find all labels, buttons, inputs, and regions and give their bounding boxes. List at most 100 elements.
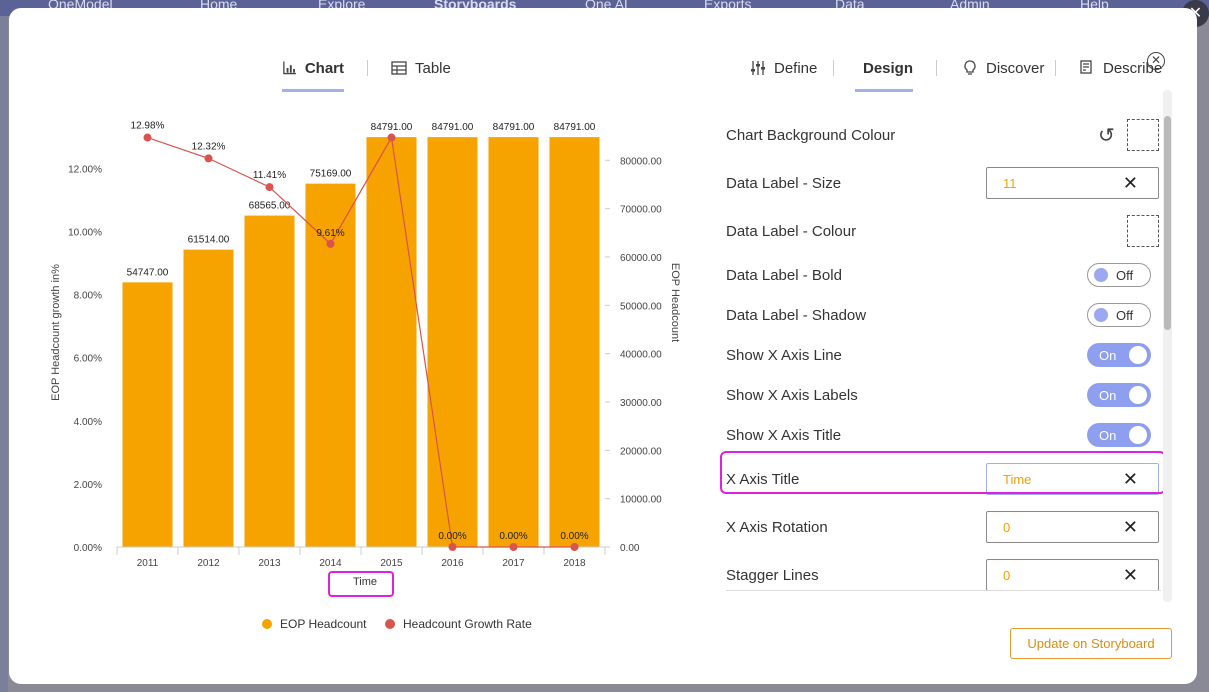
y-tick-label-left: 0.00% — [74, 543, 102, 554]
growth-rate-point — [143, 133, 152, 142]
legend-dot-icon — [385, 619, 395, 629]
bar — [427, 137, 478, 547]
field-value: 0 — [1003, 519, 1011, 535]
tab-chart[interactable]: Chart — [282, 50, 344, 92]
chart-svg: 0.00% 2.00% 4.00% 6.00% 8.00% 10.00% 12.00% 0.0… — [50, 121, 681, 588]
tab-discover[interactable]: Discover — [962, 50, 1044, 86]
y-tick-label-right: 50000.00 — [620, 301, 662, 312]
x-axis-title-row-highlight — [720, 451, 1166, 494]
growth-rate-point — [570, 543, 579, 551]
reset-icon[interactable]: ↺ — [1098, 123, 1115, 148]
growth-rate-point — [448, 543, 457, 551]
legend-item-eop-headcount[interactable]: EOP Headcount — [262, 617, 367, 631]
x-tick-label: 2018 — [563, 558, 586, 569]
background-sidebar — [0, 16, 8, 692]
clear-icon[interactable]: ✕ — [1123, 565, 1138, 586]
colour-picker[interactable] — [1127, 119, 1159, 151]
legend-dot-icon — [262, 619, 272, 629]
row-label: Data Label - Bold — [726, 266, 842, 284]
y-tick-label-left: 4.00% — [74, 417, 102, 428]
clear-icon[interactable]: ✕ — [1123, 517, 1138, 538]
y-tick-label-right: 80000.00 — [620, 156, 662, 167]
y-tick-label-right: 40000.00 — [620, 350, 662, 361]
y-tick-label-right: 10000.00 — [620, 495, 662, 506]
stagger-lines-input[interactable]: 0 ✕ — [986, 559, 1159, 591]
colour-picker[interactable] — [1127, 215, 1159, 247]
toggle-state: On — [1099, 387, 1117, 403]
line-data-label: 11.41% — [253, 170, 286, 181]
sliders-icon — [751, 61, 765, 75]
bar-data-label: 75169.00 — [310, 169, 352, 180]
line-data-label: 0.00% — [499, 531, 527, 542]
line-data-label: 9.61% — [316, 228, 344, 239]
design-panel-scrollbar[interactable] — [1163, 90, 1172, 602]
row-label: X Axis Rotation — [726, 518, 828, 536]
x-axis-rotation-input[interactable]: 0 ✕ — [986, 511, 1159, 543]
row-label: Data Label - Colour — [726, 222, 857, 240]
bar-data-label: 84791.00 — [554, 122, 596, 133]
tab-define-label: Define — [774, 59, 818, 77]
toggle-state: On — [1099, 347, 1117, 363]
x-tick-label: 2011 — [137, 558, 159, 569]
y-tick-label-left: 8.00% — [74, 291, 102, 302]
x-tick-label: 2013 — [258, 558, 281, 569]
tab-design[interactable]: Design — [855, 50, 914, 92]
row-x-axis-rotation: X Axis Rotation 0 ✕ — [726, 507, 1166, 547]
growth-rate-point — [204, 154, 213, 163]
y-tick-label-right: 60000.00 — [620, 253, 662, 264]
tab-divider — [833, 60, 834, 76]
x-tick-label: 2014 — [319, 558, 342, 569]
row-data-label-colour: Data Label - Colour — [726, 211, 1166, 251]
describe-icon — [1080, 60, 1092, 74]
tab-table-label: Table — [415, 59, 451, 77]
tab-divider — [367, 60, 368, 76]
row-data-label-shadow: Data Label - Shadow Off — [726, 295, 1166, 335]
show-x-axis-title-toggle[interactable]: On — [1087, 423, 1151, 447]
bar — [244, 215, 295, 547]
y-tick-label-left: 10.00% — [68, 228, 102, 239]
y-tick-label-right: 70000.00 — [620, 205, 662, 216]
bar — [183, 249, 234, 548]
scrollbar-thumb[interactable] — [1164, 116, 1171, 330]
clear-icon[interactable]: ✕ — [1123, 173, 1138, 194]
chart-editor-modal: Chart Table Define Design Discover Descr… — [9, 8, 1197, 684]
y-axis-title-left: EOP Headcount growth in% — [50, 264, 62, 401]
data-label-bold-toggle[interactable]: Off — [1087, 263, 1151, 287]
row-show-x-axis-line: Show X Axis Line On — [726, 335, 1166, 375]
lightbulb-icon — [964, 60, 976, 75]
close-icon[interactable]: ✕ — [1147, 52, 1165, 70]
line-data-label: 0.00% — [438, 531, 466, 542]
growth-rate-point — [509, 543, 518, 551]
tab-define[interactable]: Define — [750, 50, 817, 86]
toggle-state: Off — [1116, 307, 1134, 323]
toggle-state: On — [1099, 427, 1117, 443]
chart-container: 0.00% 2.00% 4.00% 6.00% 8.00% 10.00% 12.00% 0.0… — [9, 88, 709, 648]
update-on-storyboard-button[interactable]: Update on Storyboard — [1010, 628, 1172, 659]
line-data-label: 0.00% — [560, 531, 588, 542]
x-tick-label: 2015 — [380, 558, 403, 569]
y-tick-label-right: 0.00 — [620, 543, 640, 554]
y-tick-label-left: 6.00% — [74, 354, 102, 365]
toggle-knob — [1094, 268, 1108, 282]
data-label-size-input[interactable]: 11 ✕ — [986, 167, 1159, 199]
row-data-label-size: Data Label - Size 11 ✕ — [726, 163, 1166, 203]
x-tick-label: 2017 — [502, 558, 525, 569]
legend-item-growth-rate[interactable]: Headcount Growth Rate — [385, 617, 532, 631]
y-tick-label-right: 20000.00 — [620, 446, 662, 457]
tab-table[interactable]: Table — [391, 50, 451, 86]
row-data-label-bold: Data Label - Bold Off — [726, 255, 1166, 295]
toggle-knob — [1094, 308, 1108, 322]
row-show-x-axis-labels: Show X Axis Labels On — [726, 375, 1166, 415]
field-value: 11 — [1003, 175, 1017, 191]
tab-design-label: Design — [863, 59, 914, 77]
show-x-axis-line-toggle[interactable]: On — [1087, 343, 1151, 367]
x-tick-label: 2016 — [441, 558, 464, 569]
show-x-axis-labels-toggle[interactable]: On — [1087, 383, 1151, 407]
legend-label: EOP Headcount — [280, 617, 367, 631]
tab-divider — [936, 60, 937, 76]
data-label-shadow-toggle[interactable]: Off — [1087, 303, 1151, 327]
growth-rate-point — [326, 239, 335, 248]
bar — [366, 137, 417, 547]
y-tick-label-left: 2.00% — [74, 480, 102, 491]
row-label: Show X Axis Line — [726, 346, 842, 364]
